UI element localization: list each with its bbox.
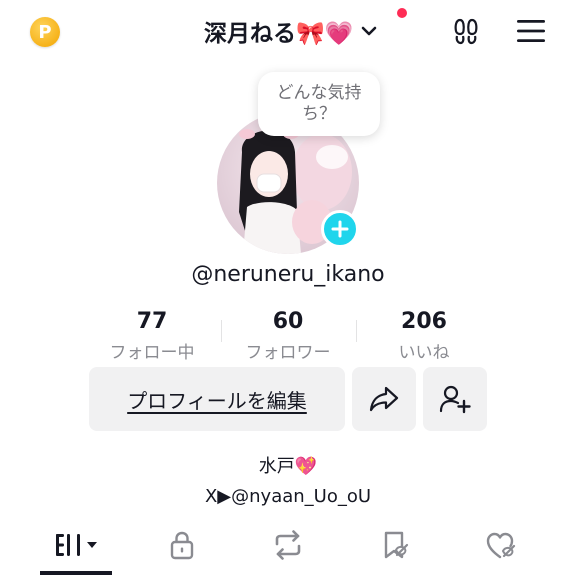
footprints-button[interactable] <box>449 14 483 48</box>
stat-followers[interactable]: 60 フォロワー <box>223 308 353 363</box>
mood-bubble[interactable]: どんな気持 ち？ <box>258 72 380 136</box>
stat-label: フォロー中 <box>109 343 195 363</box>
menu-button[interactable] <box>514 14 548 48</box>
coin-letter: P <box>38 21 52 43</box>
add-friend-icon <box>439 385 471 414</box>
stat-divider <box>356 320 357 342</box>
add-friend-button[interactable] <box>423 367 487 431</box>
edit-profile-label: プロフィールを編集 <box>127 388 307 413</box>
stat-following[interactable]: 77 フォロー中 <box>87 308 217 363</box>
bio-line-1: 水戸💖 <box>258 456 318 477</box>
coin-icon[interactable]: P <box>30 17 60 47</box>
tab-favorites[interactable] <box>376 525 416 565</box>
stat-label: いいね <box>398 343 450 363</box>
footprints-icon <box>454 18 478 45</box>
tab-videos[interactable] <box>52 525 102 565</box>
stat-value: 206 <box>401 309 447 334</box>
mood-bubble-line2: ち？ <box>302 104 336 124</box>
username: @neruneru_ikano <box>191 262 385 287</box>
plus-icon <box>331 220 349 238</box>
account-switcher[interactable]: 深月ねる🎀💗 <box>204 14 379 48</box>
repost-icon <box>275 530 301 560</box>
active-tab-indicator <box>40 571 112 575</box>
tab-reposts[interactable] <box>268 525 308 565</box>
edit-profile-button[interactable]: プロフィールを編集 <box>89 367 345 431</box>
share-profile-button[interactable] <box>352 367 416 431</box>
stat-value: 60 <box>272 309 304 334</box>
tab-private[interactable] <box>162 525 202 565</box>
add-avatar-button[interactable] <box>321 210 359 248</box>
chevron-down-icon <box>361 26 377 36</box>
stat-divider <box>221 320 222 342</box>
bio-line-2[interactable]: X▶@nyaan_Uo_oU <box>0 486 576 507</box>
hamburger-menu-icon <box>517 20 545 42</box>
liked-icon <box>486 532 516 559</box>
lock-icon <box>170 531 194 560</box>
videos-grid-icon <box>56 534 97 556</box>
mood-bubble-line1: どんな気持 <box>276 83 362 103</box>
tab-liked[interactable] <box>482 525 522 565</box>
notification-dot <box>397 8 407 18</box>
stat-value: 77 <box>136 309 168 334</box>
stat-label: フォロワー <box>245 343 331 363</box>
favorites-icon <box>384 531 409 559</box>
share-arrow-icon <box>369 386 399 412</box>
account-name: 深月ねる🎀💗 <box>204 21 354 47</box>
stat-likes[interactable]: 206 いいね <box>359 308 489 363</box>
